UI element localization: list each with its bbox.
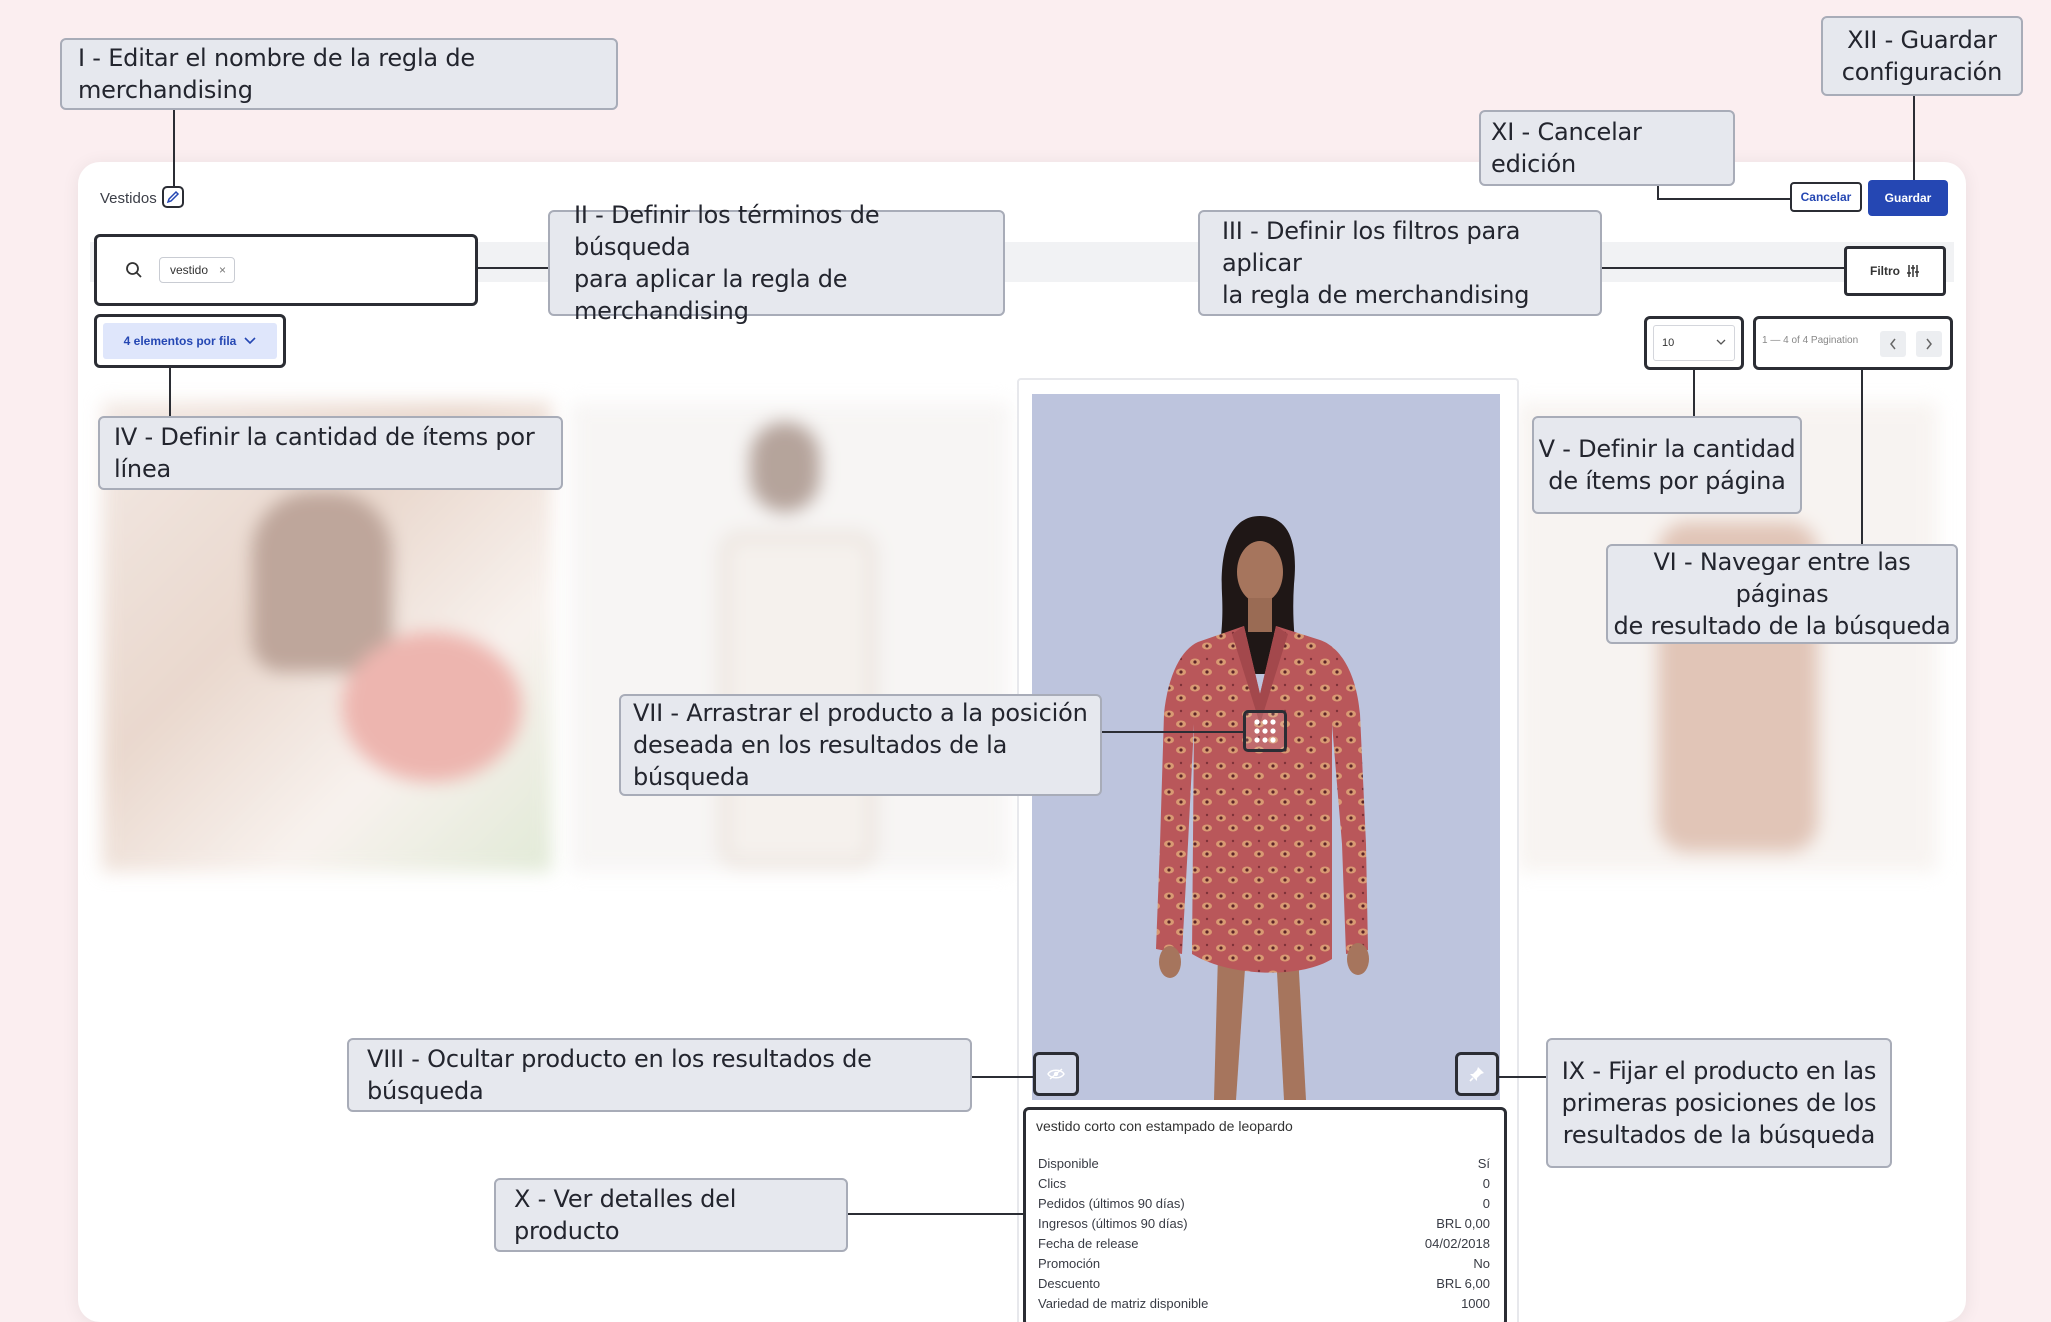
connector-line — [1101, 731, 1243, 733]
table-row: Clics 0 — [1038, 1174, 1490, 1194]
per-row-label: 4 elementos por fila — [123, 334, 237, 348]
annotation-search-terms: II - Definir los términos de búsqueda pa… — [548, 201, 1005, 325]
product-details-table: Disponible Sí Clics 0 Pedidos (últimos 90 … — [1038, 1154, 1490, 1314]
table-row: Fecha de release 04/02/2018 — [1038, 1234, 1490, 1254]
table-row: Descuento BRL 6,00 — [1038, 1274, 1490, 1294]
connector-line — [169, 368, 171, 416]
annotation-items-per-row: IV - Definir la cantidad de ítems por lí… — [98, 416, 563, 490]
drag-dots-icon — [1254, 719, 1276, 743]
pagination-label: 1 — 4 of 4 Pagination — [1762, 335, 1859, 346]
search-term-label: vestido — [170, 263, 209, 277]
connector-line — [478, 267, 548, 269]
per-page-wrapper: 10 — [1644, 316, 1744, 370]
annotation-items-per-page: V - Definir la cantidad de ítems por pág… — [1532, 416, 1802, 514]
search-icon — [126, 262, 142, 278]
connector-line — [1693, 370, 1695, 416]
previous-page-button[interactable] — [1880, 331, 1906, 357]
detail-value: 0 — [1482, 1196, 1490, 1211]
annotation-cancel: XI - Cancelar edición — [1479, 110, 1735, 186]
detail-value: 1000 — [1461, 1296, 1490, 1311]
per-page-select[interactable]: 10 — [1653, 325, 1735, 361]
chevron-down-icon — [1716, 339, 1726, 345]
annotation-pin-product: IX - Fijar el producto en las primeras p… — [1546, 1038, 1892, 1168]
connector-line — [1861, 370, 1863, 544]
product-card — [570, 402, 1010, 872]
detail-label: Ingresos (últimos 90 días) — [1038, 1216, 1188, 1231]
detail-label: Clics — [1038, 1176, 1067, 1191]
detail-label: Fecha de release — [1038, 1236, 1139, 1251]
product-title: vestido corto con estampado de leopardo — [1036, 1118, 1293, 1134]
detail-value: Sí — [1477, 1156, 1490, 1171]
hide-product-button[interactable] — [1033, 1052, 1079, 1096]
connector-line — [971, 1076, 1033, 1078]
detail-value: 04/02/2018 — [1424, 1236, 1490, 1251]
detail-label: Descuento — [1038, 1276, 1101, 1291]
pagination: 1 — 4 of 4 Pagination — [1753, 316, 1953, 370]
cancel-button[interactable]: Cancelar — [1790, 182, 1862, 212]
chevron-left-icon — [1890, 338, 1896, 350]
pin-product-button[interactable] — [1455, 1052, 1499, 1096]
connector-line — [846, 1213, 1024, 1215]
detail-value: BRL 6,00 — [1436, 1276, 1490, 1291]
product-details-panel[interactable]: vestido corto con estampado de leopardo … — [1023, 1107, 1507, 1322]
remove-term-icon[interactable]: × — [219, 258, 226, 282]
detail-label: Variedad de matriz disponible — [1038, 1296, 1209, 1311]
annotation-filters: III - Definir los filtros para aplicar l… — [1198, 210, 1602, 316]
detail-label: Pedidos (últimos 90 días) — [1038, 1196, 1185, 1211]
connector-line — [1498, 1076, 1548, 1078]
per-row-wrapper: 4 elementos por fila — [94, 314, 286, 368]
search-term-chip: vestido × — [159, 257, 236, 283]
detail-value: 0 — [1482, 1176, 1490, 1191]
table-row: Pedidos (últimos 90 días) 0 — [1038, 1194, 1490, 1214]
annotation-edit-rule-name: I - Editar el nombre de la regla de merc… — [60, 38, 618, 110]
table-row: Disponible Sí — [1038, 1154, 1490, 1174]
connector-line — [1600, 267, 1844, 269]
next-page-button[interactable] — [1916, 331, 1942, 357]
eye-off-icon — [1047, 1068, 1065, 1080]
annotation-product-details: X - Ver detalles del producto — [494, 1178, 848, 1252]
search-box[interactable]: vestido × — [94, 234, 478, 306]
annotation-pagination: VI - Navegar entre las páginas de result… — [1606, 544, 1958, 644]
annotation-hide-product: VIII - Ocultar producto en los resultado… — [347, 1038, 972, 1112]
table-row: Variedad de matriz disponible 1000 — [1038, 1294, 1490, 1314]
connector-line — [1657, 198, 1791, 200]
connector-line — [173, 110, 175, 186]
annotation-drag-product: VII - Arrastrar el producto a la posició… — [619, 694, 1102, 796]
detail-label: Promoción — [1038, 1256, 1101, 1271]
rule-name: Vestidos — [100, 190, 157, 207]
filter-button[interactable]: Filtro — [1844, 246, 1946, 296]
chevron-down-icon — [244, 337, 256, 345]
detail-value: BRL 0,00 — [1436, 1216, 1490, 1231]
drag-handle[interactable] — [1243, 710, 1287, 752]
sliders-icon — [1907, 265, 1919, 277]
per-row-dropdown[interactable]: 4 elementos por fila — [103, 323, 277, 359]
table-row: Promoción No — [1038, 1254, 1490, 1274]
pencil-icon — [166, 190, 180, 204]
pin-icon — [1469, 1067, 1484, 1082]
table-row: Ingresos (últimos 90 días) BRL 0,00 — [1038, 1214, 1490, 1234]
filter-label: Filtro — [1870, 264, 1900, 278]
save-button[interactable]: Guardar — [1868, 180, 1948, 216]
edit-name-button[interactable] — [162, 186, 184, 208]
detail-label: Disponible — [1038, 1156, 1099, 1171]
annotation-save: XII - Guardar configuración — [1821, 16, 2023, 96]
detail-value: No — [1473, 1256, 1490, 1271]
connector-line — [1913, 96, 1915, 180]
chevron-right-icon — [1926, 338, 1932, 350]
per-page-value: 10 — [1662, 337, 1675, 349]
